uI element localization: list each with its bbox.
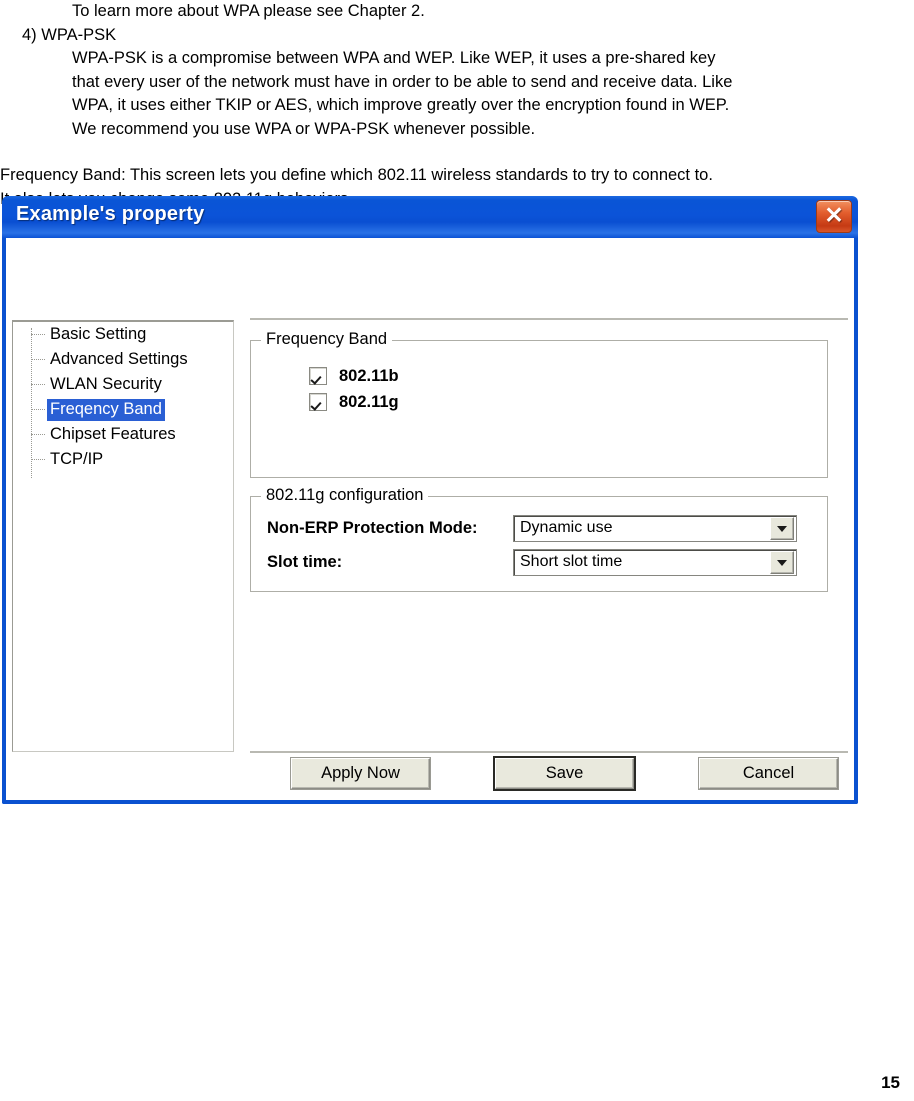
dropdown-selected-value: Short slot time [520,553,623,570]
tree-item-chipset-features[interactable]: Chipset Features [31,422,233,447]
save-button[interactable]: Save [495,758,634,789]
close-icon: ✕ [824,202,844,228]
checkbox-802-11g[interactable] [309,393,327,411]
dialog-button-row: Apply Now Save Cancel [250,758,848,792]
cancel-button[interactable]: Cancel [699,758,838,789]
frequency-band-groupbox: Frequency Band 802.11b 802.11g [250,330,828,478]
document-body: To learn more about WPA please see Chapt… [0,0,914,211]
tree-item-label: Advanced Settings [50,349,188,368]
page-number: 15 [881,1073,900,1092]
apply-now-button[interactable]: Apply Now [291,758,430,789]
document-line: Frequency Band: This screen lets you def… [0,166,713,184]
footer-divider [250,751,848,753]
tree-connector-icon [31,358,45,361]
checkbox-802-11b[interactable] [309,367,327,385]
checkbox-row[interactable]: 802.11b [309,363,827,389]
tree-connector-icon [31,458,45,461]
tree-item-label: Freqency Band [47,398,165,421]
g-configuration-group-title: 802.11g configuration [261,486,429,505]
config-row: Slot time: Short slot time [267,545,827,579]
content-top-divider [250,318,848,320]
settings-tree[interactable]: Basic Setting Advanced Settings WLAN Secur… [12,320,234,752]
document-line: To learn more about WPA please see Chapt… [72,2,425,20]
tree-item-label: WLAN Security [50,374,162,393]
g-configuration-groupbox: 802.11g configuration Non-ERP Protection… [250,486,828,592]
tree-item-advanced-settings[interactable]: Advanced Settings [31,347,233,372]
dropdown-slot-time[interactable]: Short slot time [513,548,797,576]
dialog-title: Example's property [16,203,205,225]
tree-item-label: TCP/IP [50,449,104,468]
tree-connector-icon [31,333,45,336]
config-row: Non-ERP Protection Mode: Dynamic use [267,511,827,545]
checkbox-label: 802.11b [339,366,399,385]
document-line: that every user of the network must have… [72,72,733,91]
dropdown-selected-value: Dynamic use [520,519,613,536]
tree-item-basic-setting[interactable]: Basic Setting [31,322,233,347]
document-line: WPA-PSK is a compromise between WPA and … [72,49,716,67]
chevron-down-icon[interactable] [770,550,794,574]
config-row-label: Slot time: [267,552,343,571]
chevron-down-icon[interactable] [770,516,794,540]
dropdown-non-erp-protection-mode[interactable]: Dynamic use [513,514,797,542]
checkbox-row[interactable]: 802.11g [309,389,827,415]
tree-item-tcp-ip[interactable]: TCP/IP [31,447,233,472]
document-line: We recommend you use WPA or WPA-PSK when… [72,119,536,138]
tree-item-wlan-security[interactable]: WLAN Security [31,372,233,397]
config-row-label: Non-ERP Protection Mode: [267,518,478,537]
dialog-titlebar: Example's property ✕ [2,196,858,238]
tree-connector-icon [31,408,45,411]
document-line: WPA, it uses either TKIP or AES, which i… [72,96,730,114]
close-button[interactable]: ✕ [816,200,852,233]
tree-item-label: Chipset Features [50,424,176,443]
tree-connector-icon [31,383,45,386]
checkbox-label: 802.11g [339,392,399,411]
document-line: 4) WPA-PSK [22,25,117,44]
frequency-band-group-title: Frequency Band [261,330,393,349]
settings-content-pane: Frequency Band 802.11b 802.11g 802.11g co… [250,318,848,592]
tree-connector-icon [31,433,45,436]
properties-dialog: Example's property ✕ Basic Setting Advanc… [2,196,858,804]
tree-item-freqency-band[interactable]: Freqency Band [31,397,233,422]
tree-item-label: Basic Setting [50,324,147,343]
